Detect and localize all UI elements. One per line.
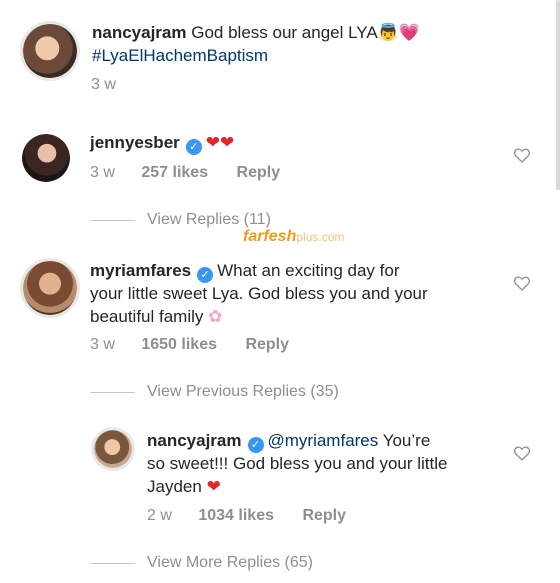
comment-text-line: You’re [382, 431, 431, 450]
comment-text-line: beautiful family [90, 307, 204, 326]
reply-button[interactable]: Reply [302, 507, 346, 524]
scrollbar[interactable] [556, 0, 560, 190]
comment-username[interactable]: jennyesber [90, 133, 180, 152]
like-heart-icon[interactable] [513, 147, 531, 163]
angel-emoji-icon: 👼 [377, 23, 399, 42]
reply-button[interactable]: Reply [245, 336, 289, 353]
avatar-image [23, 261, 77, 315]
replies-divider [91, 563, 135, 564]
comment-username[interactable]: myriamfares [90, 261, 191, 280]
reply-button[interactable]: Reply [237, 164, 281, 181]
watermark-logo: farfeshplus.com [243, 228, 345, 245]
pink-heart-emoji-icon: 💗 [398, 23, 421, 42]
avatar-image [23, 24, 77, 78]
view-previous-replies-link[interactable]: View Previous Replies (35) [147, 383, 339, 401]
avatar[interactable] [20, 258, 80, 318]
comment-time: 3 w [90, 336, 115, 353]
comment-likes[interactable]: 1034 likes [198, 507, 274, 524]
avatar[interactable] [91, 427, 135, 471]
comment-username[interactable]: nancyajram [147, 431, 242, 450]
avatar-image [94, 430, 132, 468]
comment-likes[interactable]: 257 likes [141, 164, 208, 181]
like-heart-icon[interactable] [513, 275, 531, 291]
replies-divider [91, 392, 135, 393]
flower-emoji-icon: ✿ [208, 307, 223, 326]
comment-text-line: so sweet!!! God bless you and your littl… [147, 454, 448, 473]
view-more-replies-link[interactable]: View More Replies (65) [147, 554, 313, 572]
verified-badge-icon: ✓ [197, 267, 214, 283]
caption-text: God bless our angel LYA [191, 23, 378, 42]
comment-text-line: Jayden [147, 477, 202, 496]
avatar-image [22, 134, 70, 182]
caption-hashtag[interactable]: #LyaElHachemBaptism [92, 46, 268, 65]
comment-meta: 3 w 1650 likes Reply [90, 336, 289, 354]
comment-likes[interactable]: 1650 likes [141, 336, 217, 353]
red-heart-emoji-icon: ❤ [206, 477, 221, 496]
comment-text-line: your little sweet Lya. God bless you and… [90, 284, 428, 303]
comment-time: 3 w [90, 164, 115, 181]
mention-link[interactable]: @myriamfares [268, 431, 379, 450]
comment-meta: 3 w 257 likes Reply [90, 164, 280, 182]
view-replies-link[interactable]: View Replies (11) [147, 211, 271, 229]
red-hearts-emoji-icon: ❤❤ [205, 133, 235, 152]
avatar[interactable] [22, 134, 70, 182]
comment-meta: 2 w 1034 likes Reply [147, 507, 346, 525]
verified-badge-icon: ✓ [247, 437, 264, 453]
avatar[interactable] [20, 21, 80, 81]
like-heart-icon[interactable] [513, 445, 531, 461]
caption-time: 3 w [91, 76, 116, 93]
comment-text-line: What an exciting day for [217, 261, 400, 280]
caption-username[interactable]: nancyajram [92, 23, 187, 42]
replies-divider [91, 220, 135, 221]
verified-badge-icon: ✓ [185, 139, 202, 155]
comment-time: 2 w [147, 507, 172, 524]
